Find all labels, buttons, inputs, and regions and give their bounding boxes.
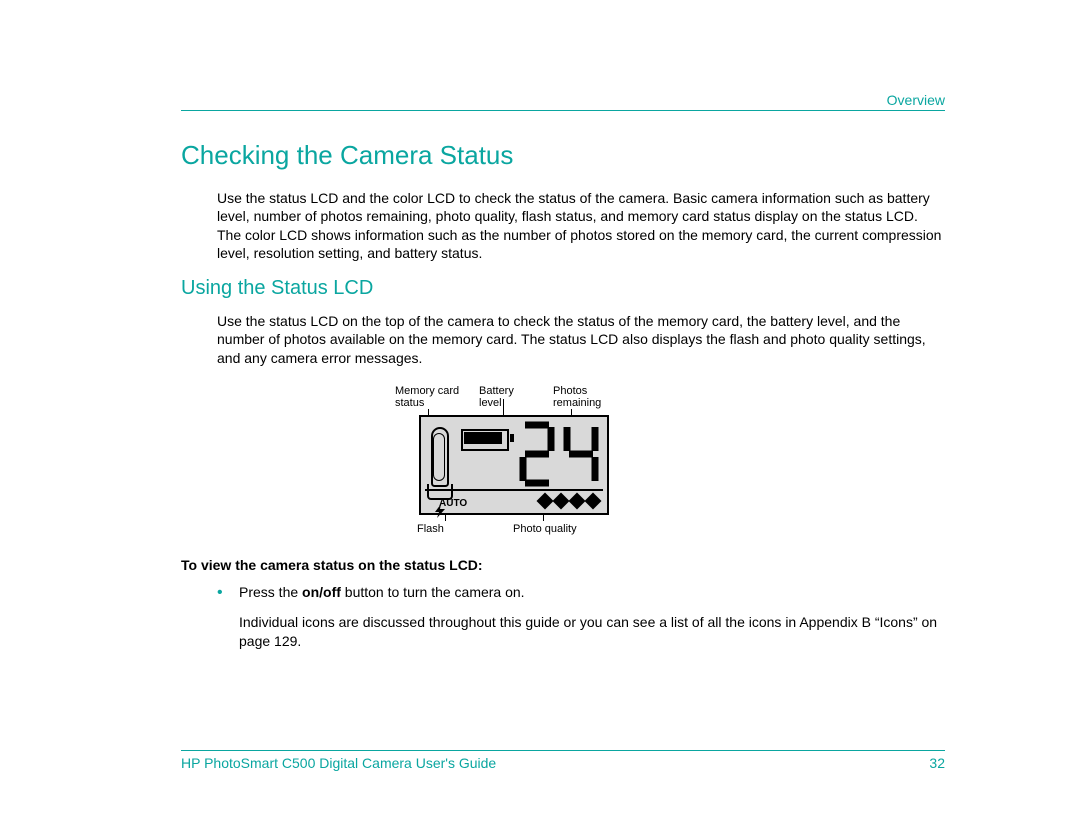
flash-mode-indicator: AUTO	[435, 498, 467, 509]
lcd-frame: AUTO	[419, 415, 609, 515]
subheading-using-status-lcd: Using the Status LCD	[181, 277, 945, 300]
photo-quality-indicator	[539, 495, 599, 507]
paragraph-status-lcd: Use the status LCD on the top of the cam…	[217, 312, 945, 367]
bullet-text-suffix: button to turn the camera on.	[341, 584, 525, 600]
instructions-title: To view the camera status on the status …	[181, 557, 945, 573]
diamond-icon	[537, 493, 554, 510]
caption-memory-card-status: Memory card status	[395, 385, 465, 409]
on-off-button-label: on/off	[302, 584, 341, 600]
document-page: Overview Checking the Camera Status Use …	[0, 0, 1080, 834]
diamond-icon	[569, 493, 586, 510]
paragraph-overview: Use the status LCD and the color LCD to …	[217, 189, 945, 263]
status-lcd-figure: Memory card status Battery level Photos …	[433, 381, 693, 541]
battery-icon	[461, 429, 511, 447]
caption-photo-quality: Photo quality	[513, 523, 577, 535]
seven-segment-icon	[517, 419, 601, 489]
list-item: Press the on/off button to turn the came…	[217, 583, 945, 652]
bottom-horizontal-rule	[181, 750, 945, 751]
bullet-followup-paragraph: Individual icons are discussed throughou…	[239, 613, 945, 652]
caption-battery-level: Battery level	[479, 385, 529, 403]
page-content: Checking the Camera Status Use the statu…	[181, 140, 945, 662]
bullet-text-prefix: Press the	[239, 584, 302, 600]
footer-doc-title: HP PhotoSmart C500 Digital Camera User's…	[181, 755, 496, 771]
instructions-list: Press the on/off button to turn the came…	[217, 583, 945, 652]
section-label: Overview	[887, 92, 945, 108]
caption-photos-remaining: Photos remaining	[553, 385, 633, 409]
lcd-divider-line	[425, 489, 603, 491]
diamond-icon	[585, 493, 602, 510]
photos-remaining-digits	[517, 419, 601, 489]
footer-page-number: 32	[929, 755, 945, 771]
lcd-inner: AUTO	[421, 417, 607, 513]
diamond-icon	[553, 493, 570, 510]
heading-checking-camera-status: Checking the Camera Status	[181, 140, 945, 171]
caption-flash: Flash	[417, 523, 444, 535]
top-horizontal-rule	[181, 110, 945, 111]
